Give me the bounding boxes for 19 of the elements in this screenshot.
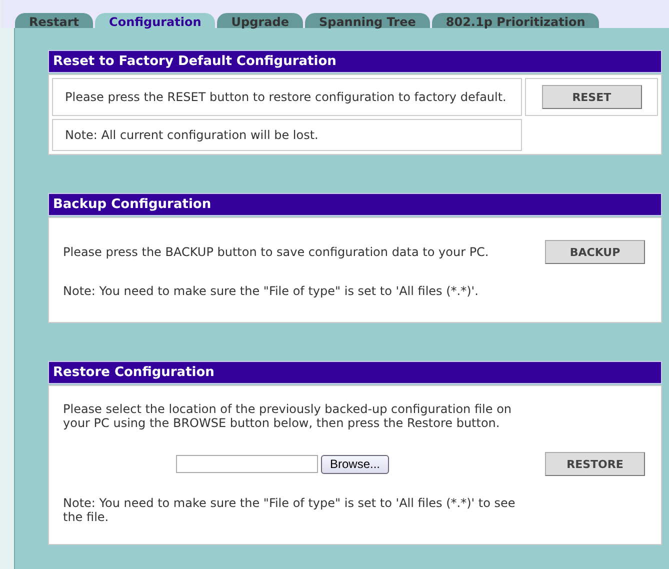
section-header: Backup Configuration <box>48 193 662 216</box>
tab[interactable]: Upgrade <box>217 13 303 28</box>
note-text: Note: All current configuration will be lost. <box>65 128 318 142</box>
browse-button[interactable]: Browse... <box>321 454 390 474</box>
backup-button[interactable]: BACKUP <box>545 240 645 264</box>
tab[interactable]: 802.1p Prioritization <box>432 13 600 28</box>
tab[interactable]: Spanning Tree <box>304 13 430 28</box>
section-header: Restore Configuration <box>48 361 662 384</box>
file-path-field[interactable] <box>176 454 318 472</box>
reset-button[interactable]: RESET <box>542 85 642 109</box>
instruction-text: Please press the RESET button to restore configuration to factory default. <box>65 90 506 104</box>
restore-button[interactable]: RESTORE <box>545 452 645 476</box>
note-text: Note: You need to make sure the "File of type" is set to 'All files (*.*)'. <box>63 284 478 298</box>
instruction-text: Please press the BACKUP button to save configuration data to your PC. <box>63 245 489 259</box>
tab[interactable]: Configuration <box>95 13 216 28</box>
tab[interactable]: Restart <box>15 13 94 28</box>
note-text: Note: You need to make sure the "File of type" is set to 'All files (*.*)' to see the file. <box>63 496 516 524</box>
instruction-text: Please select the location of the previously backed-up configuration file on your PC using the BROWSE button below, then press the Restore button. <box>63 402 512 430</box>
section-header: Reset to Factory Default Configuration <box>48 50 662 73</box>
